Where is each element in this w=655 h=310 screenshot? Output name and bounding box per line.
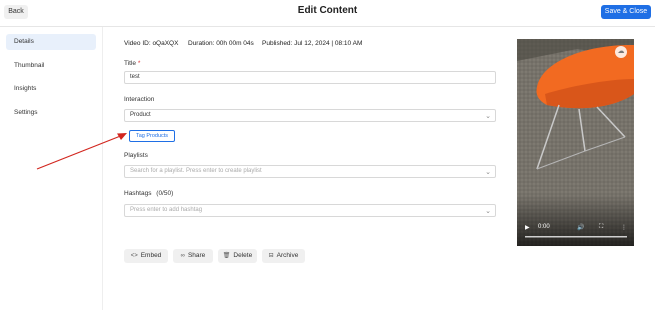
arrow-line <box>36 134 124 170</box>
published-date: Published: Jul 12, 2024 | 08:10 AM <box>262 40 363 47</box>
archive-button[interactable]: ⊟ Archive <box>262 249 305 263</box>
save-and-close-button[interactable]: Save & Close <box>601 5 651 19</box>
chevron-down-icon: ⌄ <box>485 113 491 120</box>
sidebar-item-insights[interactable]: Insights <box>6 81 96 97</box>
embed-button[interactable]: <> Embed <box>124 249 168 263</box>
annotation-arrow <box>36 133 127 170</box>
video-player[interactable]: ☁ ▶ 0:00 🔊 ⛶ ⋮ <box>517 39 634 246</box>
sidebar-item-details[interactable]: Details <box>6 34 96 50</box>
archive-icon: ⊟ <box>268 253 274 259</box>
share-button[interactable]: ∞ Share <box>173 249 213 263</box>
title-label: Title * <box>124 60 141 67</box>
interaction-select[interactable]: Product ⌄ <box>124 109 496 122</box>
duration: Duration: 00h 00m 04s <box>188 40 254 47</box>
cloud-upload-icon[interactable]: ☁ <box>615 46 627 58</box>
sidebar-item-thumbnail[interactable]: Thumbnail <box>6 58 96 74</box>
hashtags-count: (0/50) <box>156 190 174 197</box>
interaction-label: Interaction <box>124 96 155 103</box>
more-vertical-icon[interactable]: ⋮ <box>621 224 627 231</box>
page-title: Edit Content <box>297 5 358 16</box>
chevron-down-icon: ⌄ <box>485 208 491 215</box>
chevron-down-icon: ⌄ <box>485 169 491 176</box>
video-time: 0:00 <box>538 224 550 230</box>
fullscreen-icon[interactable]: ⛶ <box>599 224 603 231</box>
delete-button[interactable]: 🗑 Delete <box>218 249 257 263</box>
progress-track[interactable] <box>525 236 627 238</box>
code-icon: <> <box>130 253 138 259</box>
tag-products-button[interactable]: Tag Products <box>129 130 175 142</box>
playlists-input[interactable]: Search for a playlist. Press enter to cr… <box>124 165 496 178</box>
title-input[interactable]: test <box>124 71 496 84</box>
hashtags-input[interactable]: Press enter to add hashtag ⌄ <box>124 204 496 217</box>
sidebar-item-settings[interactable]: Settings <box>6 105 96 121</box>
trash-icon: 🗑 <box>222 253 231 259</box>
playlists-label: Playlists <box>124 152 148 159</box>
video-id: Video ID: oQaXQX <box>124 40 179 47</box>
volume-icon[interactable]: 🔊 <box>577 224 584 231</box>
top-bar: Back Edit Content Save & Close <box>0 0 655 27</box>
link-icon: ∞ <box>180 253 185 259</box>
play-icon[interactable]: ▶ <box>525 224 530 231</box>
video-frame <box>517 39 634 246</box>
hashtags-label: Hashtags (0/50) <box>124 190 174 197</box>
